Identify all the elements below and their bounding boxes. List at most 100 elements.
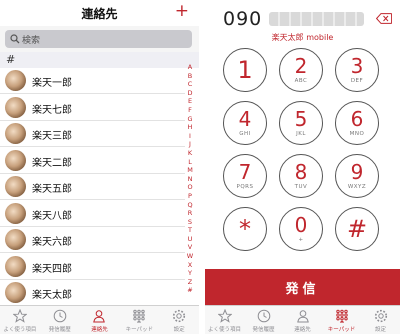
index-letter[interactable]: E	[184, 97, 196, 106]
key-digit: 2	[294, 54, 308, 78]
index-letter[interactable]: K	[184, 149, 196, 158]
tab-gear[interactable]: 設定	[159, 306, 199, 334]
index-letter[interactable]: M	[184, 166, 196, 175]
contact-name: 楽天二郎	[32, 157, 72, 169]
index-letter[interactable]: X	[184, 261, 196, 270]
key-letters: +	[298, 237, 304, 243]
index-letter[interactable]: D	[184, 89, 196, 98]
key-digit: 8	[294, 160, 308, 184]
keypad-screen: 090 楽天太郎 mobile 1 2 ABC 3 DEF 4 GHI 5 JKL 6 MNO 7 PQ…	[205, 0, 400, 334]
gear-icon	[374, 309, 387, 323]
list-item[interactable]: 楽天五郎	[0, 174, 185, 200]
key-letters: GHI	[239, 131, 251, 137]
key-button[interactable]: 2 ABC	[279, 48, 323, 92]
tab-label: 設定	[374, 327, 386, 333]
key-letters: MNO	[349, 131, 365, 137]
key-letters: WXYZ	[347, 184, 367, 190]
index-letter[interactable]: L	[184, 158, 196, 167]
key-digit: *	[239, 215, 251, 243]
index-letter[interactable]: U	[184, 235, 196, 244]
search-placeholder: 検索	[22, 36, 41, 46]
index-letter[interactable]: N	[184, 175, 196, 184]
list-item[interactable]: 楽天一郎	[0, 68, 185, 94]
index-letter[interactable]: I	[184, 132, 196, 141]
person-icon	[93, 310, 106, 323]
index-letter[interactable]: H	[184, 123, 196, 132]
tab-bar: よく使う項目 発信履歴 連絡先 キーパッド 設定	[205, 305, 400, 334]
section-label: #	[6, 53, 16, 66]
key-digit: 3	[350, 54, 364, 78]
contact-name: 楽天四郎	[32, 263, 72, 275]
key-digit: 7	[238, 160, 252, 184]
search-icon	[10, 34, 20, 44]
key-button[interactable]: 6 MNO	[335, 101, 379, 145]
list-item[interactable]: 楽天七郎	[0, 95, 185, 121]
list-item[interactable]: 楽天六郎	[0, 227, 185, 253]
contact-name: 楽天三郎	[32, 131, 72, 142]
avatar	[5, 229, 26, 250]
key-button[interactable]: 8 TUV	[279, 154, 323, 198]
key-letters: DEF	[350, 78, 364, 84]
redacted-number	[269, 12, 364, 26]
index-letter[interactable]: A	[184, 63, 196, 72]
contact-name: 楽天六郎	[32, 237, 72, 248]
index-letter[interactable]: Z	[184, 278, 196, 287]
key-letters: TUV	[294, 184, 308, 190]
index-letter[interactable]: T	[184, 226, 196, 235]
key-button[interactable]: *	[223, 207, 267, 251]
index-letter[interactable]: P	[184, 192, 196, 201]
person-icon	[296, 310, 309, 323]
index-letter[interactable]: S	[184, 218, 196, 227]
key-button[interactable]: 4 GHI	[223, 101, 267, 145]
key-letters: ABC	[294, 78, 308, 84]
gear-icon	[172, 309, 186, 323]
avatar	[5, 149, 26, 171]
call-button[interactable]: 発信	[205, 269, 400, 305]
key-button[interactable]: 7 PQRS	[223, 154, 267, 198]
list-item[interactable]: 楽天二郎	[0, 148, 185, 174]
search-input[interactable]: 検索	[5, 30, 192, 48]
list-item[interactable]: 楽天太郎	[0, 280, 185, 306]
key-letters: JKL	[296, 131, 306, 137]
key-button[interactable]: 1	[223, 48, 267, 92]
dialed-number: 090	[223, 8, 263, 30]
index-letter[interactable]: R	[184, 209, 196, 218]
contacts-screen: 連絡先 + 検索 # 楽天一郎 楽天七郎楽天三郎楽天二郎楽天五郎 楽天八郎楽天六郎楽…	[0, 0, 199, 334]
avatar	[5, 202, 26, 224]
avatar	[5, 282, 26, 303]
key-digit: 0	[294, 213, 308, 237]
key-button[interactable]: 9 WXYZ	[335, 154, 379, 198]
key-button[interactable]: 0 +	[279, 207, 323, 251]
index-letter[interactable]: C	[184, 80, 196, 89]
index-letter[interactable]: J	[184, 140, 196, 149]
key-digit: 9	[350, 160, 364, 184]
list-item[interactable]: 楽天三郎	[0, 121, 185, 147]
list-item[interactable]: 楽天四郎	[0, 254, 185, 280]
tab-gear[interactable]: 設定	[361, 306, 400, 334]
index-letter[interactable]: W	[184, 252, 196, 261]
section-index[interactable]: A B C D E F G H I J K L M N O P Q R S T U V W X Y Z #	[184, 63, 196, 295]
avatar	[5, 255, 26, 277]
clock-icon	[53, 309, 66, 323]
caller-label: mobile	[306, 33, 334, 42]
index-letter[interactable]: V	[184, 243, 196, 252]
contacts-header: 連絡先 +	[0, 0, 199, 26]
avatar	[5, 96, 26, 118]
index-letter[interactable]: Q	[184, 201, 196, 210]
key-button[interactable]: 5 JKL	[279, 101, 323, 145]
delete-icon[interactable]	[376, 13, 392, 24]
index-letter[interactable]: B	[184, 72, 196, 81]
avatar	[5, 70, 26, 91]
keypad-icon	[335, 309, 348, 323]
index-letter[interactable]: O	[184, 183, 196, 192]
add-contact-button[interactable]: +	[175, 1, 189, 21]
key-button[interactable]: 3 DEF	[335, 48, 379, 92]
index-letter[interactable]: G	[184, 115, 196, 124]
index-letter[interactable]: F	[184, 106, 196, 115]
index-letter[interactable]: Y	[184, 269, 196, 278]
index-letter[interactable]: #	[184, 286, 196, 295]
key-digit: 6	[350, 107, 364, 131]
key-button[interactable]: #	[335, 207, 379, 251]
list-item[interactable]: 楽天八郎	[0, 201, 185, 227]
page-title: 連絡先	[81, 7, 118, 21]
